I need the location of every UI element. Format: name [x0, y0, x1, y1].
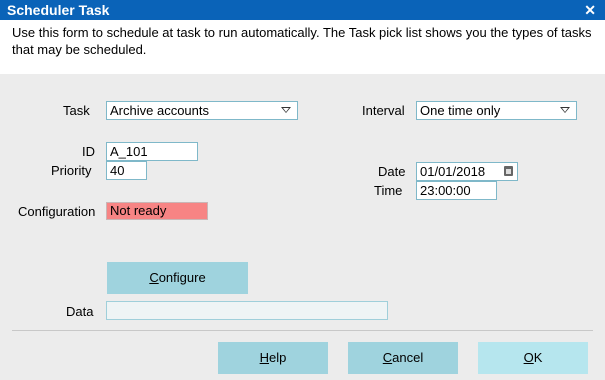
interval-select-value: One time only — [420, 103, 501, 118]
task-select[interactable]: Archive accounts — [106, 101, 298, 120]
help-button[interactable]: Help — [218, 342, 328, 374]
cancel-button-label: Cancel — [382, 350, 424, 365]
time-field[interactable]: 23:00:00 — [416, 181, 497, 200]
priority-field[interactable]: 40 — [106, 161, 147, 180]
date-label: Date — [378, 164, 406, 179]
priority-field-value: 40 — [110, 163, 125, 178]
id-field[interactable]: A_101 — [106, 142, 198, 161]
help-button-label: Help — [259, 350, 287, 365]
task-select-value: Archive accounts — [110, 103, 209, 118]
id-field-value: A_101 — [110, 144, 148, 159]
configure-button-label: Configure — [149, 270, 206, 285]
description-text: Use this form to schedule at task to run… — [12, 25, 592, 57]
chevron-down-icon[interactable] — [560, 107, 570, 113]
interval-label: Interval — [362, 103, 405, 118]
date-field[interactable]: 01/01/2018 — [416, 162, 518, 181]
window-title: Scheduler Task — [7, 2, 110, 18]
priority-label: Priority — [51, 163, 92, 178]
configuration-status-text: Not ready — [110, 203, 167, 218]
time-field-value: 23:00:00 — [420, 183, 471, 198]
divider — [12, 330, 593, 331]
task-label: Task — [63, 103, 90, 118]
date-field-value: 01/01/2018 — [420, 164, 486, 179]
interval-select[interactable]: One time only — [416, 101, 577, 120]
close-icon[interactable]: ✕ — [584, 2, 596, 18]
configuration-label: Configuration — [18, 204, 96, 219]
ok-button[interactable]: OK — [478, 342, 588, 374]
title-bar: Scheduler Task ✕ — [0, 0, 605, 20]
ok-button-label: OK — [523, 350, 543, 365]
data-label: Data — [66, 304, 94, 319]
data-field[interactable] — [106, 301, 388, 320]
calendar-icon[interactable] — [504, 166, 513, 176]
chevron-down-icon[interactable] — [281, 107, 291, 113]
time-label: Time — [374, 183, 403, 198]
description-panel: Use this form to schedule at task to run… — [0, 20, 605, 74]
configure-button[interactable]: Configure — [107, 262, 248, 294]
configuration-status: Not ready — [106, 202, 208, 220]
cancel-button[interactable]: Cancel — [348, 342, 458, 374]
id-label: ID — [82, 144, 95, 159]
